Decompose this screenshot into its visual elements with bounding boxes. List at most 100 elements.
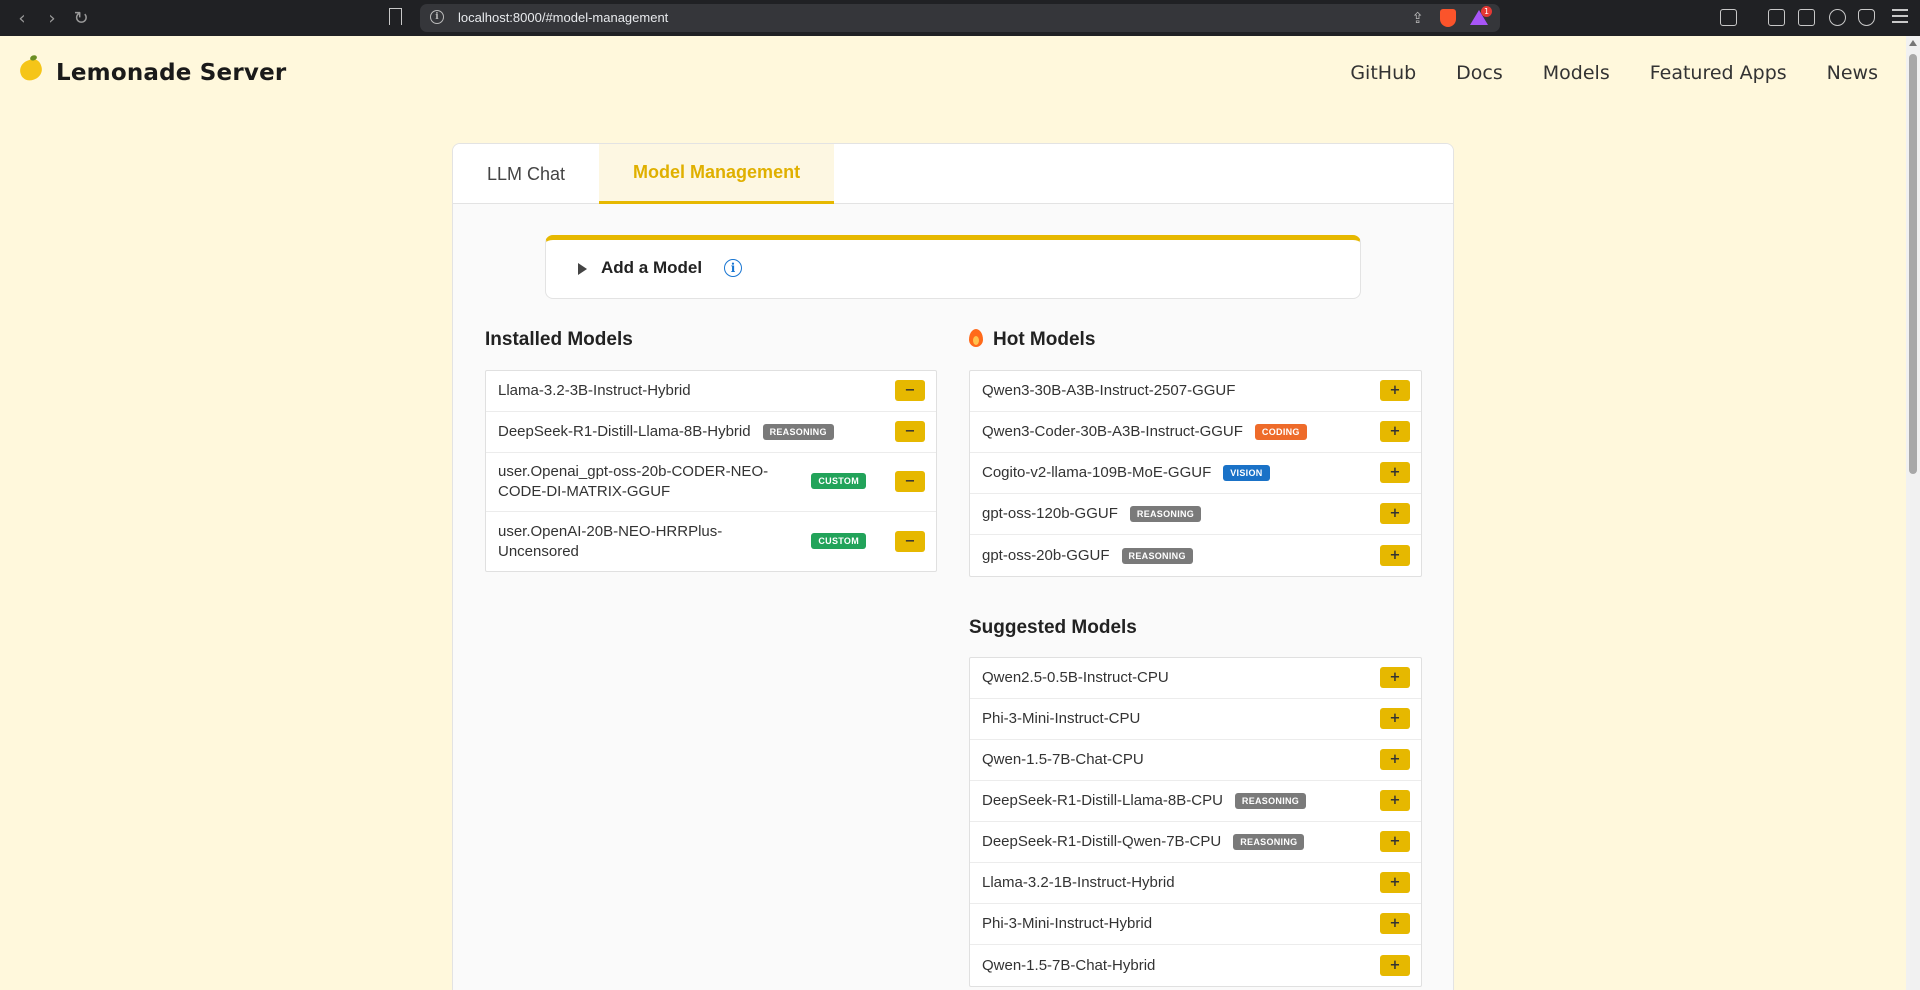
add-model-panel[interactable]: Add a Model i: [545, 235, 1361, 299]
add-model-button[interactable]: +: [1380, 380, 1410, 401]
tab-llm-chat[interactable]: LLM Chat: [453, 144, 599, 204]
model-row[interactable]: gpt-oss-20b-GGUF REASONING +: [970, 535, 1421, 576]
reasoning-badge: REASONING: [1129, 506, 1202, 522]
coding-badge: CODING: [1254, 424, 1307, 440]
model-row[interactable]: Phi-3-Mini-Instruct-CPU +: [970, 699, 1421, 740]
browser-toolbar: ‹ › ↻ i localhost:8000/#model-management…: [0, 0, 1920, 36]
leo-ai-icon[interactable]: [1829, 9, 1846, 26]
model-row[interactable]: Cogito-v2-llama-109B-MoE-GGUF VISION +: [970, 453, 1421, 494]
site-info-icon[interactable]: i: [430, 10, 444, 24]
tab-model-management[interactable]: Model Management: [599, 144, 835, 204]
custom-badge: CUSTOM: [811, 532, 866, 549]
nav-link-featured-apps[interactable]: Featured Apps: [1650, 62, 1787, 84]
scroll-up-arrow[interactable]: [1909, 40, 1917, 46]
add-model-button[interactable]: +: [1380, 913, 1410, 934]
suggested-models-list: Qwen2.5-0.5B-Instruct-CPU + Phi-3-Mini-Ins…: [969, 657, 1422, 987]
nav-link-github[interactable]: GitHub: [1350, 62, 1416, 84]
model-row[interactable]: Qwen-1.5-7B-Chat-Hybrid +: [970, 945, 1421, 986]
hot-models-list: Qwen3-30B-A3B-Instruct-2507-GGUF + Qwen3-C…: [969, 370, 1422, 577]
add-model-button[interactable]: +: [1380, 872, 1410, 893]
remove-model-button[interactable]: −: [895, 530, 925, 552]
remove-model-button[interactable]: −: [895, 421, 925, 442]
address-bar[interactable]: i localhost:8000/#model-management ⇪ 1: [420, 4, 1500, 32]
fire-icon: [969, 329, 983, 347]
model-row[interactable]: Llama-3.2-3B-Instruct-Hybrid −: [486, 371, 936, 412]
model-name: Qwen3-Coder-30B-A3B-Instruct-GGUF: [982, 423, 1243, 440]
model-name: DeepSeek-R1-Distill-Qwen-7B-CPU: [982, 833, 1222, 850]
vpn-shield-icon[interactable]: [1858, 9, 1875, 26]
add-model-button[interactable]: +: [1380, 954, 1410, 976]
remove-model-button[interactable]: −: [895, 380, 925, 401]
add-model-button[interactable]: +: [1380, 667, 1410, 688]
add-model-button[interactable]: +: [1380, 462, 1410, 483]
model-row[interactable]: Qwen-1.5-7B-Chat-CPU +: [970, 740, 1421, 781]
reasoning-badge: REASONING: [1233, 834, 1305, 850]
model-name: Phi-3-Mini-Instruct-Hybrid: [982, 915, 1153, 932]
model-row[interactable]: user.Openai_gpt-oss-20b-CODER-NEO-CODE-D…: [486, 453, 936, 512]
wallet-icon[interactable]: [1798, 9, 1815, 26]
model-name: gpt-oss-120b-GGUF: [982, 505, 1118, 522]
model-row[interactable]: gpt-oss-120b-GGUF REASONING +: [970, 494, 1421, 535]
add-model-button[interactable]: +: [1380, 503, 1410, 524]
back-icon[interactable]: ‹: [12, 8, 32, 29]
expand-arrow-icon[interactable]: [578, 263, 587, 275]
model-row[interactable]: Qwen3-30B-A3B-Instruct-2507-GGUF +: [970, 371, 1421, 412]
model-row[interactable]: Qwen3-Coder-30B-A3B-Instruct-GGUF CODING +: [970, 412, 1421, 453]
menu-icon[interactable]: [1892, 9, 1908, 25]
model-name: Qwen2.5-0.5B-Instruct-CPU: [982, 669, 1169, 686]
url-text[interactable]: localhost:8000/#model-management: [458, 10, 668, 25]
lemon-icon: [17, 56, 45, 84]
model-name: Cogito-v2-llama-109B-MoE-GGUF: [982, 464, 1212, 481]
model-name: Phi-3-Mini-Instruct-CPU: [982, 710, 1141, 727]
screenshot-icon[interactable]: [1720, 9, 1737, 26]
add-model-button[interactable]: +: [1380, 831, 1410, 852]
model-name: DeepSeek-R1-Distill-Llama-8B-Hybrid: [498, 423, 751, 440]
model-row[interactable]: Phi-3-Mini-Instruct-Hybrid +: [970, 904, 1421, 945]
reasoning-badge: REASONING: [1121, 547, 1193, 564]
add-model-label[interactable]: Add a Model: [601, 258, 702, 278]
add-model-button[interactable]: +: [1380, 749, 1410, 770]
model-name: Llama-3.2-1B-Instruct-Hybrid: [982, 874, 1175, 891]
model-name: Llama-3.2-3B-Instruct-Hybrid: [498, 382, 691, 399]
vision-badge: VISION: [1223, 465, 1270, 481]
bookmark-icon[interactable]: [389, 8, 402, 25]
add-model-button[interactable]: +: [1380, 421, 1410, 442]
model-name: user.OpenAI-20B-NEO-HRRPlus-Uncensored: [498, 522, 723, 560]
nav-link-news[interactable]: News: [1827, 62, 1878, 84]
model-name: Qwen3-30B-A3B-Instruct-2507-GGUF: [982, 382, 1236, 399]
model-name: user.Openai_gpt-oss-20b-CODER-NEO-CODE-D…: [498, 463, 769, 500]
model-row[interactable]: Llama-3.2-1B-Instruct-Hybrid +: [970, 863, 1421, 904]
share-icon[interactable]: ⇪: [1411, 9, 1424, 27]
add-model-button[interactable]: +: [1380, 544, 1410, 566]
model-row[interactable]: DeepSeek-R1-Distill-Llama-8B-Hybrid REASO…: [486, 412, 936, 453]
model-name: Qwen-1.5-7B-Chat-Hybrid: [982, 956, 1156, 974]
model-name: Qwen-1.5-7B-Chat-CPU: [982, 751, 1144, 768]
main-card: LLM Chat Model Management Add a Model i …: [452, 143, 1454, 990]
sidebar-icon[interactable]: [1768, 9, 1785, 26]
page-scrollbar[interactable]: [1906, 36, 1920, 990]
notification-badge: 1: [1481, 6, 1492, 17]
add-model-button[interactable]: +: [1380, 790, 1410, 811]
forward-icon[interactable]: ›: [42, 8, 62, 29]
nav-link-models[interactable]: Models: [1543, 62, 1610, 84]
model-row[interactable]: DeepSeek-R1-Distill-Qwen-7B-CPU REASONING…: [970, 822, 1421, 863]
reload-icon[interactable]: ↻: [71, 8, 91, 29]
hot-models-heading: Hot Models: [969, 329, 1095, 351]
installed-models-list: Llama-3.2-3B-Instruct-Hybrid − DeepSeek-R1…: [485, 370, 937, 572]
info-icon[interactable]: i: [724, 259, 742, 277]
tab-bar: LLM Chat Model Management: [453, 144, 1453, 204]
scroll-thumb[interactable]: [1909, 54, 1917, 474]
brave-shields-icon[interactable]: [1440, 9, 1456, 27]
model-row[interactable]: Qwen2.5-0.5B-Instruct-CPU +: [970, 658, 1421, 699]
nav-link-docs[interactable]: Docs: [1456, 62, 1503, 84]
model-name: gpt-oss-20b-GGUF: [982, 546, 1110, 564]
custom-badge: CUSTOM: [811, 473, 866, 489]
model-row[interactable]: user.OpenAI-20B-NEO-HRRPlus-Uncensored CU…: [486, 512, 936, 571]
installed-models-title: Installed Models: [485, 329, 633, 350]
brand-title[interactable]: Lemonade Server: [56, 60, 286, 86]
reasoning-badge: REASONING: [1234, 793, 1307, 809]
add-model-button[interactable]: +: [1380, 708, 1410, 729]
remove-model-button[interactable]: −: [895, 471, 925, 492]
model-row[interactable]: DeepSeek-R1-Distill-Llama-8B-CPU REASONIN…: [970, 781, 1421, 822]
hot-models-title: Hot Models: [993, 329, 1096, 350]
